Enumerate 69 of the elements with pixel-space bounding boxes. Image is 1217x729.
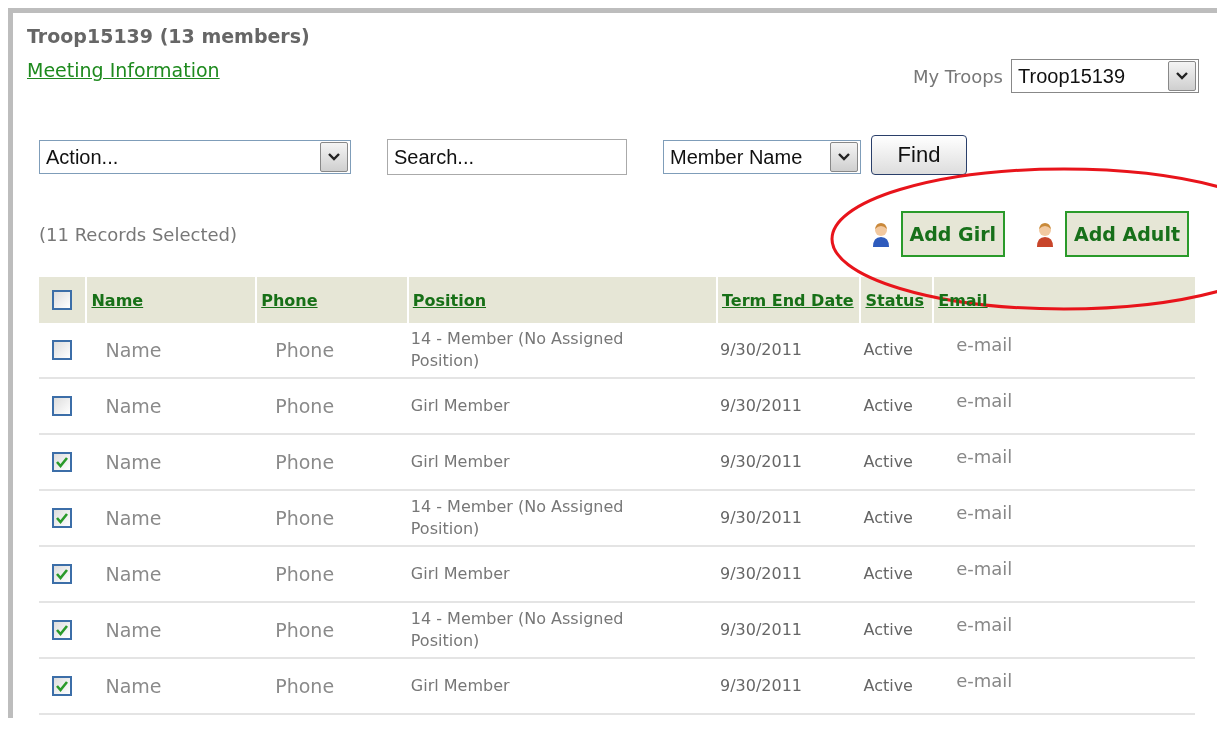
table-cell-text: Girl Member	[410, 395, 511, 417]
table-cell-text: Girl Member	[410, 675, 511, 697]
table-cell: 9/30/2011	[720, 564, 803, 583]
checkmark-icon	[55, 680, 70, 693]
table-cell: Name	[105, 507, 162, 529]
table-cell: e-mail	[956, 446, 1013, 467]
checkmark-icon	[55, 624, 70, 637]
table-cell: e-mail	[956, 390, 1013, 411]
checkmark-icon	[55, 456, 70, 469]
action-select[interactable]: Action...	[39, 140, 351, 174]
selection-count: (11 Records Selected)	[39, 223, 237, 245]
meeting-information-link[interactable]: Meeting Information	[27, 59, 220, 81]
find-button[interactable]: Find	[871, 135, 967, 175]
table-cell-text: 14 - Member (No Assigned Position)	[410, 496, 625, 540]
table-cell: e-mail	[956, 558, 1013, 579]
table-cell: Phone	[275, 507, 335, 529]
table-cell: Phone	[275, 451, 335, 473]
table-cell: Phone	[275, 339, 335, 361]
picker-label: My Troops	[912, 65, 1003, 87]
checkbox[interactable]	[52, 564, 73, 585]
table-cell-text: 14 - Member (No Assigned Position)	[410, 328, 625, 372]
checkbox[interactable]	[52, 452, 73, 473]
checkbox[interactable]	[52, 290, 73, 311]
table-cell: Active	[863, 508, 913, 527]
table-cell-text: Girl Member	[410, 563, 511, 585]
table-cell: Name	[105, 395, 162, 417]
table-cell: e-mail	[956, 334, 1013, 355]
table-cell: e-mail	[956, 502, 1013, 523]
add-button[interactable]: Add Girl	[900, 211, 1006, 257]
troop-select[interactable]: Troop15139	[1011, 59, 1199, 93]
table-cell: Phone	[275, 395, 335, 417]
table-cell: Active	[863, 396, 913, 415]
checkbox[interactable]	[52, 396, 73, 417]
table-cell: Name	[105, 675, 162, 697]
checkmark-icon	[55, 568, 70, 581]
search-field[interactable]: Search...	[387, 139, 627, 175]
table-cell: Active	[863, 564, 913, 583]
checkmark-icon	[55, 512, 70, 525]
table-cell: e-mail	[956, 614, 1013, 635]
table-cell-text: 14 - Member (No Assigned Position)	[410, 608, 625, 652]
table-cell-text: Girl Member	[410, 451, 511, 473]
table-cell: 9/30/2011	[720, 676, 803, 695]
table-cell: Phone	[275, 563, 335, 585]
add-button[interactable]: Add Adult	[1065, 211, 1189, 257]
table-cell: e-mail	[956, 670, 1013, 691]
column-header-link[interactable]: Position	[412, 290, 487, 310]
table-cell: Active	[863, 340, 913, 359]
table-cell: 9/30/2011	[720, 508, 803, 527]
table-cell: Active	[863, 620, 913, 639]
table-cell: Phone	[275, 619, 335, 641]
table-cell: Name	[105, 451, 162, 473]
table-cell: 9/30/2011	[720, 396, 803, 415]
search-by-select[interactable]: Member Name	[663, 140, 861, 174]
table-cell: Name	[105, 339, 162, 361]
checkbox[interactable]	[52, 508, 73, 529]
table-cell: Active	[863, 452, 913, 471]
table-cell: 9/30/2011	[720, 340, 803, 359]
column-header-link[interactable]: Name	[91, 290, 144, 310]
table-cell: 9/30/2011	[720, 620, 803, 639]
table-cell: Active	[863, 676, 913, 695]
table-cell: 9/30/2011	[720, 452, 803, 471]
table-cell: Name	[105, 619, 162, 641]
column-header-link[interactable]: Phone	[261, 290, 318, 310]
table-cell: Name	[105, 563, 162, 585]
checkbox[interactable]	[52, 676, 73, 697]
checkbox[interactable]	[52, 340, 73, 361]
checkbox[interactable]	[52, 620, 73, 641]
table-cell: Phone	[275, 675, 335, 697]
page-title: Troop15139 (13 members)	[27, 25, 310, 47]
